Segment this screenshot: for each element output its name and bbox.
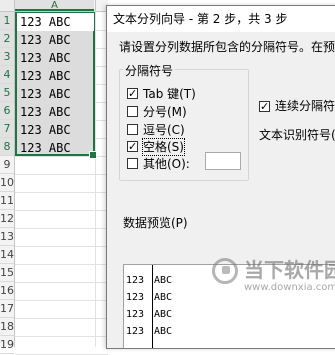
cell-a[interactable]: 123 ABC xyxy=(20,121,71,139)
data-preview-label: 数据预览(P) xyxy=(123,216,188,230)
space-label: 空格(S) xyxy=(142,138,185,156)
row-header[interactable]: 7 xyxy=(0,120,14,138)
row-header[interactable]: 4 xyxy=(0,66,14,84)
row-header[interactable]: 1 xyxy=(0,12,14,30)
preview-cell-col2: ABC xyxy=(154,326,173,337)
other-checkbox[interactable] xyxy=(127,158,138,169)
preview-cell-col1: 123 xyxy=(126,292,145,303)
row-header[interactable]: 9 xyxy=(0,156,14,174)
row-header[interactable]: 2 xyxy=(0,30,14,48)
fill-handle[interactable] xyxy=(89,151,97,159)
cell-a[interactable]: 123 ABC xyxy=(20,139,71,157)
cell-a[interactable]: 123 ABC xyxy=(20,49,71,67)
watermark-text: 当下软件园 xyxy=(244,258,335,282)
row-header[interactable]: 16 xyxy=(0,282,14,300)
comma-label: 逗号(C) xyxy=(143,123,185,137)
row-header-bar: 1 2 3 4 5 6 7 8 9 10 11 12 13 14 15 16 17 18 19 xyxy=(0,12,15,354)
other-delimiter-input[interactable] xyxy=(205,152,241,170)
semicolon-label: 分号(M) xyxy=(143,105,187,119)
tab-checkbox[interactable] xyxy=(127,86,138,102)
tab-label: Tab 键(T) xyxy=(143,87,196,101)
row-header[interactable]: 11 xyxy=(0,192,14,210)
column-break-line[interactable] xyxy=(152,265,153,348)
preview-cell-col1: 123 xyxy=(126,309,145,320)
semicolon-checkbox[interactable] xyxy=(127,106,138,117)
row-header[interactable]: 6 xyxy=(0,102,14,120)
consecutive-label: 连续分隔符 xyxy=(275,99,335,113)
gridline-vertical xyxy=(95,12,96,347)
cell-a[interactable]: 123 ABC xyxy=(20,67,71,85)
preview-cell-col1: 123 xyxy=(126,326,145,337)
instruction-text: 请设置分列数据所包含的分隔符号。在预 xyxy=(119,40,335,54)
preview-cell-col1: 123 xyxy=(126,275,145,286)
row-header[interactable]: 14 xyxy=(0,246,14,264)
row-header[interactable]: 17 xyxy=(0,300,14,318)
delimiters-legend: 分隔符号 xyxy=(123,62,176,79)
dialog-titlebar[interactable]: 文本分列向导 - 第 2 步，共 3 步 xyxy=(107,6,335,32)
comma-checkbox[interactable] xyxy=(127,124,138,135)
row-header[interactable]: 10 xyxy=(0,174,14,192)
row-header[interactable]: 8 xyxy=(0,138,14,156)
space-checkbox[interactable] xyxy=(127,139,138,155)
row-header[interactable]: 3 xyxy=(0,48,14,66)
preview-cell-col2: ABC xyxy=(154,275,173,286)
row-header[interactable]: 12 xyxy=(0,210,14,228)
preview-cell-col2: ABC xyxy=(154,292,173,303)
spreadsheet-grid[interactable]: A 1 2 3 4 5 6 7 8 9 10 11 12 13 14 15 16 17 18 19 123 ABC 1… xyxy=(0,0,108,355)
watermark: 当下软件园 www.downxia.com xyxy=(212,252,335,322)
row-header[interactable]: 5 xyxy=(0,84,14,102)
preview-cell-col2: ABC xyxy=(154,309,173,320)
cell-a[interactable]: 123 ABC xyxy=(20,31,71,49)
consecutive-checkbox[interactable] xyxy=(259,99,270,115)
row-header[interactable]: 18 xyxy=(0,318,14,336)
row-header[interactable]: 19 xyxy=(0,336,14,354)
column-header-a[interactable]: A xyxy=(15,0,94,11)
cell-a[interactable]: 123 ABC xyxy=(20,85,71,103)
select-all-corner[interactable] xyxy=(0,0,15,11)
other-label: 其他(O): xyxy=(143,157,190,171)
watermark-url: www.downxia.com xyxy=(244,282,335,293)
row-header[interactable]: 13 xyxy=(0,228,14,246)
cell-a[interactable]: 123 ABC xyxy=(20,103,71,121)
downxia-logo-icon xyxy=(212,258,238,284)
text-qualifier-label: 文本识别符号( xyxy=(259,128,335,142)
cell-a[interactable]: 123 ABC xyxy=(17,13,94,31)
dialog-title: 文本分列向导 - 第 2 步，共 3 步 xyxy=(113,12,288,26)
row-header[interactable]: 15 xyxy=(0,264,14,282)
